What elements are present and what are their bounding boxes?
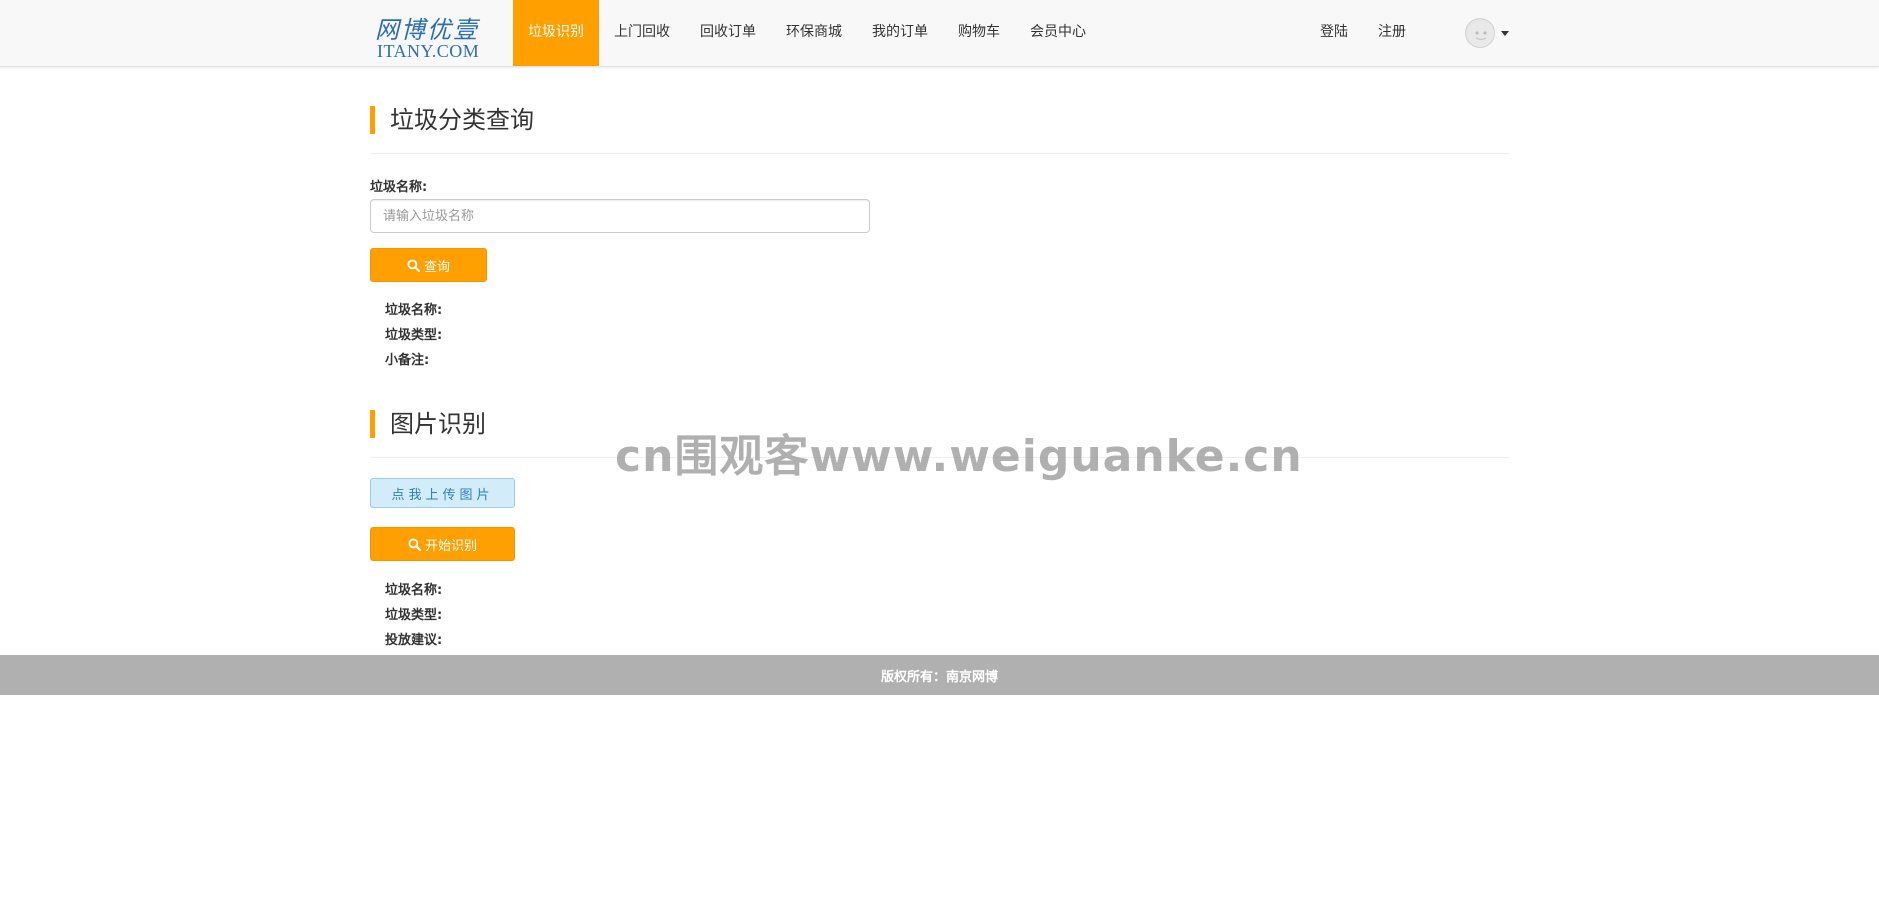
site-logo[interactable]: 网博优壹 ITANY.COM: [373, 10, 481, 61]
query-result-garbage-type: 垃圾类型:: [385, 328, 443, 343]
image-result-garbage-name: 垃圾名称:: [385, 583, 443, 598]
image-section-title: 图片识别: [370, 410, 486, 438]
nav-item-garbage-recognition[interactable]: 垃圾识别: [513, 0, 599, 66]
nav-item-cart[interactable]: 购物车: [943, 0, 1015, 66]
nav-item-recycle-orders[interactable]: 回收订单: [685, 0, 771, 66]
start-recognition-button[interactable]: 开始识别: [370, 527, 515, 561]
query-button-label: 查询: [423, 259, 450, 275]
image-result-disposal-advice: 投放建议:: [385, 633, 443, 648]
garbage-name-field-label: 垃圾名称:: [370, 180, 428, 195]
start-recognition-label: 开始识别: [424, 538, 477, 554]
upload-image-button[interactable]: 点我上传图片: [370, 478, 515, 508]
login-link[interactable]: 登陆: [1307, 0, 1361, 66]
user-avatar-icon[interactable]: [1465, 18, 1495, 48]
copyright-text: 版权所有：南京网博: [880, 669, 998, 685]
logo-english-text: ITANY.COM: [377, 41, 480, 61]
query-result-garbage-name: 垃圾名称:: [385, 303, 443, 318]
register-link[interactable]: 注册: [1365, 0, 1419, 66]
watermark-text: cn围观客www.weiguanke.cn: [615, 431, 1303, 482]
top-navbar: 网博优壹 ITANY.COM 垃圾识别 上门回收 回收订单 环保商城 我的订单 …: [0, 0, 1879, 67]
caret-down-icon[interactable]: [1501, 31, 1509, 36]
nav-item-eco-mall[interactable]: 环保商城: [771, 0, 857, 66]
query-result-note: 小备注:: [385, 353, 430, 368]
nav-item-door-recycling[interactable]: 上门回收: [599, 0, 685, 66]
query-section-title: 垃圾分类查询: [370, 106, 534, 134]
search-icon: [407, 258, 420, 272]
image-result-garbage-type: 垃圾类型:: [385, 608, 443, 623]
query-section-divider: [370, 153, 1510, 154]
page-footer: 版权所有：南京网博: [0, 655, 1879, 695]
garbage-name-input[interactable]: [370, 199, 870, 233]
nav-item-my-orders[interactable]: 我的订单: [857, 0, 943, 66]
logo-chinese-text: 网博优壹: [375, 16, 479, 44]
nav-item-member-center[interactable]: 会员中心: [1015, 0, 1101, 66]
query-button[interactable]: 查询: [370, 248, 487, 282]
search-icon: [408, 537, 421, 551]
